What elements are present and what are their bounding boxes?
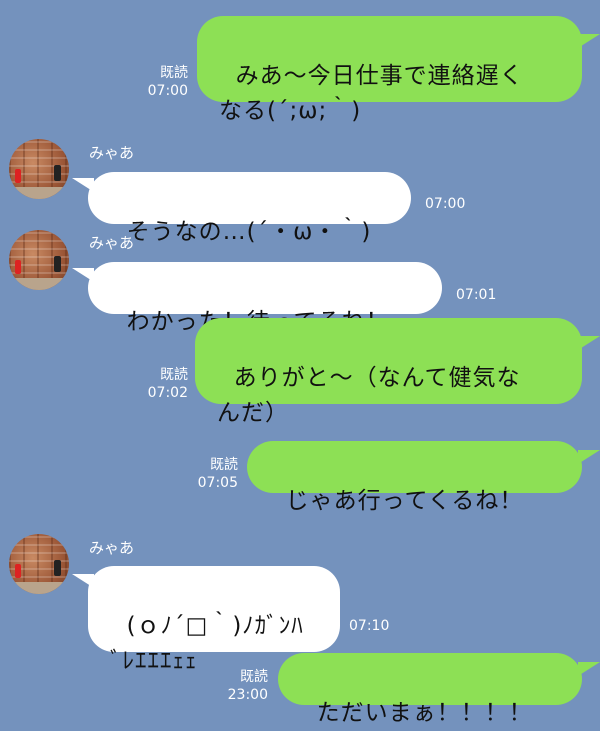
timestamp: 07:00 — [425, 196, 466, 212]
timestamp: 07:10 — [349, 618, 390, 634]
bubble-tail — [578, 450, 600, 464]
timestamp: 07:02 — [147, 385, 188, 401]
message-text: ただいまぁ！！！！ — [316, 700, 533, 726]
read-receipt: 既読 — [240, 669, 268, 685]
avatar[interactable] — [9, 139, 69, 199]
timestamp: 07:01 — [456, 287, 497, 303]
message-5-meta: 既読 07:05 — [180, 456, 238, 492]
timestamp: 07:05 — [197, 475, 238, 491]
message-bubble-outgoing[interactable]: ただいまぁ！！！！ — [278, 653, 582, 726]
bubble-tail — [578, 336, 600, 350]
sender-name: みゃあ — [89, 144, 135, 162]
read-receipt: 既読 — [160, 65, 188, 81]
message-text: そうなの…(´・ω・｀) — [126, 219, 372, 245]
message-7-meta: 既読 23:00 — [210, 668, 268, 704]
bubble-tail — [578, 662, 600, 676]
read-receipt: 既読 — [160, 367, 188, 383]
message-4-meta: 既読 07:02 — [130, 366, 188, 402]
message-bubble-outgoing[interactable]: じゃあ行ってくるね！ — [247, 441, 582, 514]
sender-name: みゃあ — [89, 234, 135, 252]
message-text: じゃあ行ってくるね！ — [285, 488, 524, 514]
message-text: みあ〜今日仕事で連絡遅く なる(´;ω;｀) — [219, 63, 524, 124]
sender-name: みゃあ — [89, 539, 135, 557]
message-bubble-incoming[interactable]: わかった！待ってるね！ — [88, 262, 442, 335]
message-1-meta: 既読 07:00 — [130, 64, 188, 100]
avatar[interactable] — [9, 230, 69, 290]
message-text: ありがと〜（なんて健気な んだ） — [217, 365, 521, 426]
message-text: (ｏﾉ´□｀)ﾉｶﾞﾝﾊ ﾞﾚｴｴｴｪｪ — [110, 613, 304, 674]
timestamp: 07:00 — [147, 83, 188, 99]
message-bubble-outgoing[interactable]: ありがと〜（なんて健気な んだ） — [195, 318, 582, 426]
message-bubble-incoming[interactable]: (ｏﾉ´□｀)ﾉｶﾞﾝﾊ ﾞﾚｴｴｴｪｪ — [88, 566, 340, 674]
message-bubble-incoming[interactable]: そうなの…(´・ω・｀) — [88, 172, 411, 245]
message-bubble-outgoing[interactable]: みあ〜今日仕事で連絡遅く なる(´;ω;｀) — [197, 16, 582, 124]
bubble-tail — [578, 34, 600, 48]
read-receipt: 既読 — [210, 457, 238, 473]
timestamp: 23:00 — [227, 687, 268, 703]
avatar[interactable] — [9, 534, 69, 594]
